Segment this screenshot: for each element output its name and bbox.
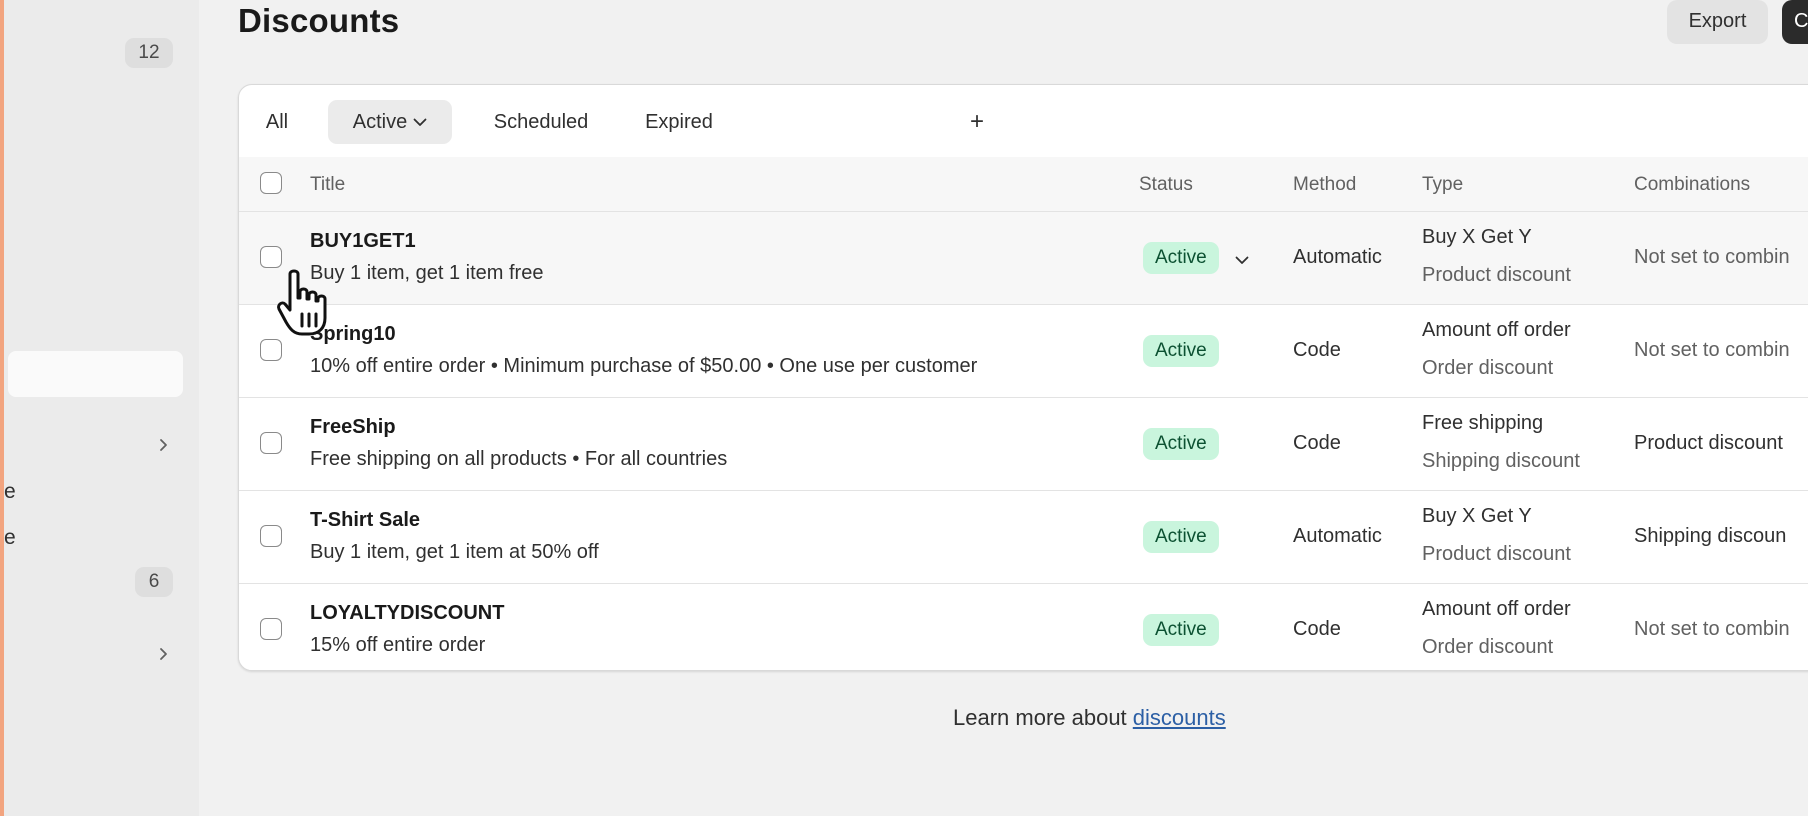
discount-method: Code xyxy=(1293,339,1341,361)
export-button[interactable]: Export xyxy=(1667,0,1768,44)
chevron-right-icon[interactable] xyxy=(157,647,171,661)
tab-expired[interactable]: Expired xyxy=(617,100,741,144)
learn-more-text: Learn more about discounts xyxy=(953,705,1226,731)
discount-type-detail: Shipping discount xyxy=(1422,450,1580,472)
table-row[interactable]: FreeShip Free shipping on all products •… xyxy=(239,398,1808,491)
discount-method: Automatic xyxy=(1293,246,1382,268)
table-row[interactable]: Spring10 10% off entire order • Minimum … xyxy=(239,305,1808,398)
discount-method: Automatic xyxy=(1293,525,1382,547)
tab-active[interactable]: Active xyxy=(328,100,452,144)
row-checkbox[interactable] xyxy=(260,339,282,361)
column-header-status[interactable]: Status xyxy=(1139,174,1193,196)
discount-type: Amount off order xyxy=(1422,319,1571,341)
status-badge: Active xyxy=(1143,335,1219,367)
row-checkbox[interactable] xyxy=(260,432,282,454)
row-checkbox[interactable] xyxy=(260,618,282,640)
discount-description: Buy 1 item, get 1 item at 50% off xyxy=(310,541,599,563)
filter-tabs: All Active Scheduled Expired + xyxy=(239,85,1808,158)
create-discount-button[interactable]: C xyxy=(1782,0,1808,44)
chevron-down-icon[interactable] xyxy=(1235,252,1249,270)
sidebar-item-label-fragment[interactable]: e xyxy=(4,526,16,550)
hand-pointer-icon xyxy=(276,268,340,340)
discount-description: Free shipping on all products • For all … xyxy=(310,448,728,470)
chevron-down-icon xyxy=(413,99,427,143)
discount-title[interactable]: T-Shirt Sale xyxy=(310,509,420,532)
table-row[interactable]: T-Shirt Sale Buy 1 item, get 1 item at 5… xyxy=(239,491,1808,584)
column-header-method[interactable]: Method xyxy=(1293,174,1356,196)
sidebar: 12 e e 6 xyxy=(4,0,199,816)
discount-type: Amount off order xyxy=(1422,598,1571,620)
discount-method: Code xyxy=(1293,618,1341,640)
discount-combinations: Shipping discoun xyxy=(1634,525,1787,547)
chevron-right-icon[interactable] xyxy=(157,438,171,452)
discount-title[interactable]: BUY1GET1 xyxy=(310,230,416,253)
table-header: Title Status Method Type Combinations xyxy=(239,157,1808,212)
tab-label: Active xyxy=(352,111,408,133)
sidebar-count-badge: 12 xyxy=(125,38,173,68)
tab-all[interactable]: All xyxy=(254,100,300,144)
discount-description: 15% off entire order xyxy=(310,634,486,656)
tab-scheduled[interactable]: Scheduled xyxy=(466,100,616,144)
sidebar-count-badge: 6 xyxy=(135,567,173,597)
status-badge: Active xyxy=(1143,242,1219,274)
discount-type: Buy X Get Y xyxy=(1422,226,1532,248)
row-checkbox[interactable] xyxy=(260,246,282,268)
status-badge: Active xyxy=(1143,614,1219,646)
tab-label: Expired xyxy=(645,111,713,133)
column-header-combinations[interactable]: Combinations xyxy=(1634,174,1750,196)
status-badge: Active xyxy=(1143,521,1219,553)
discount-type: Buy X Get Y xyxy=(1422,505,1532,527)
discounts-help-link[interactable]: discounts xyxy=(1133,705,1226,730)
discount-type-detail: Product discount xyxy=(1422,543,1571,565)
table-row[interactable]: LOYALTYDISCOUNT 15% off entire order Act… xyxy=(239,584,1808,670)
discount-combinations: Not set to combin xyxy=(1634,618,1790,640)
discount-type-detail: Product discount xyxy=(1422,264,1571,286)
column-header-type[interactable]: Type xyxy=(1422,174,1463,196)
page-title: Discounts xyxy=(238,2,400,39)
discount-combinations: Not set to combin xyxy=(1634,246,1790,268)
tab-label: Scheduled xyxy=(493,111,589,133)
discount-description: Buy 1 item, get 1 item free xyxy=(310,262,544,284)
discount-combinations: Not set to combin xyxy=(1634,339,1790,361)
add-icon: + xyxy=(969,108,984,135)
select-all-checkbox[interactable] xyxy=(260,172,282,194)
add-view-button[interactable]: + xyxy=(955,100,999,144)
discount-title[interactable]: FreeShip xyxy=(310,416,396,439)
discount-title[interactable]: LOYALTYDISCOUNT xyxy=(310,602,504,625)
sidebar-item-selected[interactable] xyxy=(8,351,183,397)
discount-type: Free shipping xyxy=(1422,412,1544,434)
status-badge: Active xyxy=(1143,428,1219,460)
discount-combinations: Product discount xyxy=(1634,432,1783,454)
sidebar-item-label-fragment[interactable]: e xyxy=(4,480,16,504)
tab-label: All xyxy=(265,111,289,133)
row-checkbox[interactable] xyxy=(260,525,282,547)
table-row[interactable]: BUY1GET1 Buy 1 item, get 1 item free Act… xyxy=(239,212,1808,305)
discount-description: 10% off entire order • Minimum purchase … xyxy=(310,355,978,377)
learn-more-prefix: Learn more about xyxy=(953,705,1133,730)
discount-type-detail: Order discount xyxy=(1422,636,1554,658)
discounts-table-card: All Active Scheduled Expired + Title Sta… xyxy=(238,84,1808,671)
discount-type-detail: Order discount xyxy=(1422,357,1554,379)
column-header-title[interactable]: Title xyxy=(310,174,345,196)
discount-method: Code xyxy=(1293,432,1341,454)
